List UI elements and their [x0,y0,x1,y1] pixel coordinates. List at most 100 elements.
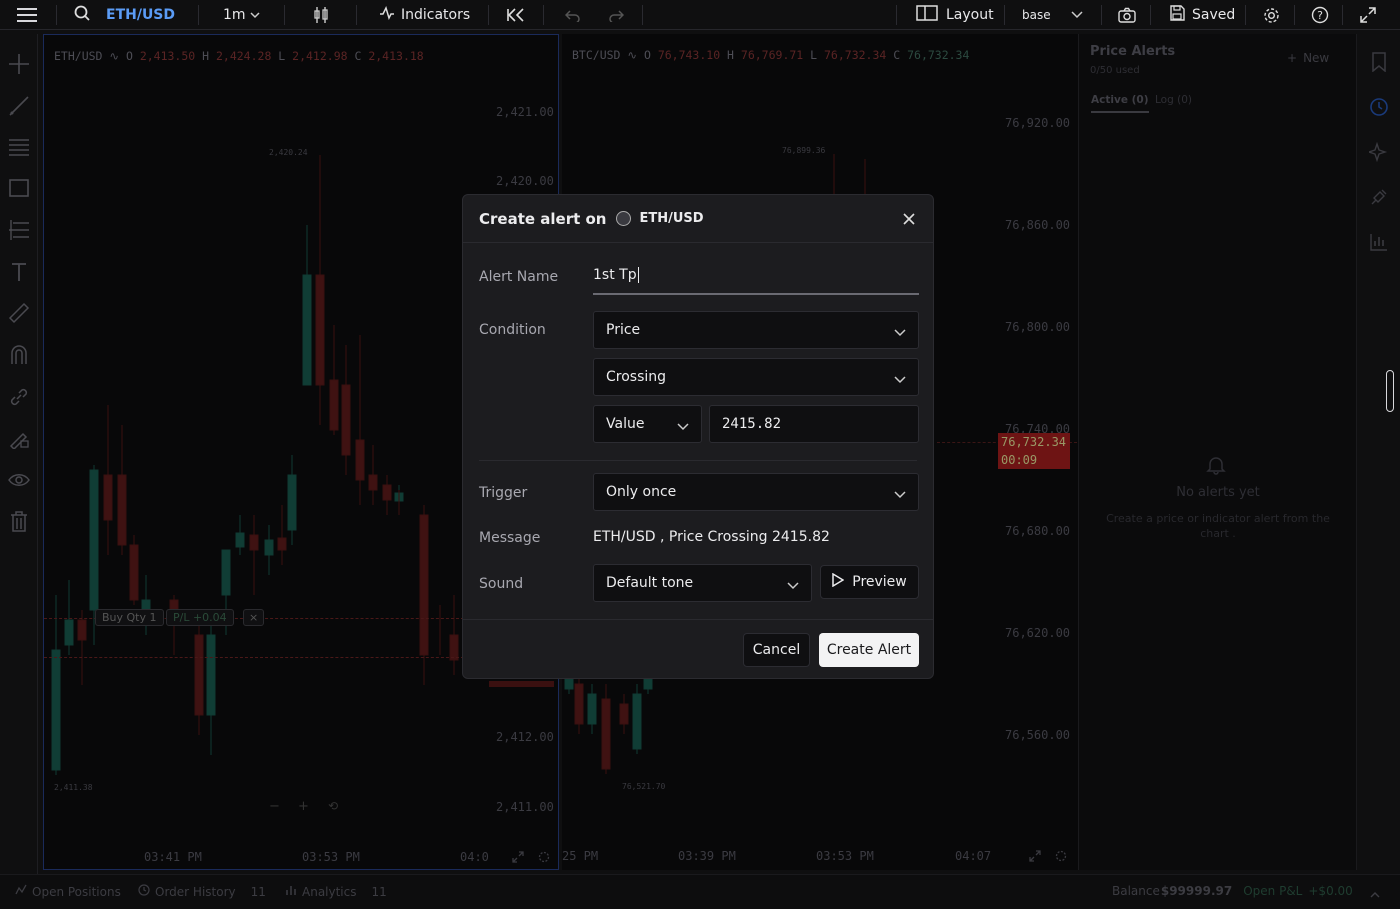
symbol-label: ETH/USD [106,7,176,23]
btc-last-price: 76,732.34 [1001,435,1067,449]
create-alert-button[interactable]: Create Alert [819,633,919,667]
lock-pencil-icon[interactable] [8,427,30,449]
pane-settings-icon[interactable] [538,848,550,867]
link-icon[interactable] [8,386,30,408]
analytics-label: Analytics [302,884,357,899]
fib-icon[interactable] [8,219,30,241]
undo-icon[interactable] [565,0,581,30]
analytics-icon [285,884,297,899]
redo-icon[interactable] [608,0,624,30]
eth-time-tick: 03:53 PM [302,850,360,864]
cancel-button[interactable]: Cancel [743,633,810,667]
settings-icon[interactable] [1263,0,1280,30]
trash-icon[interactable] [8,510,30,532]
plus-icon: + [1287,51,1298,65]
layout-name-select[interactable]: base [1022,0,1051,30]
new-alert-button[interactable]: + New [1287,51,1329,65]
rectangle-icon[interactable] [8,177,30,199]
reset-icon[interactable]: ⟲ [328,799,338,813]
condition-source-select[interactable]: Price [593,311,919,349]
eth-low-marker: 2,411.38 [54,783,93,792]
layout-icon [916,5,938,25]
eye-icon[interactable] [8,469,30,491]
text-icon[interactable] [8,261,30,283]
bell-off-icon [1206,455,1226,479]
expand-pane-icon[interactable] [512,848,524,867]
chevron-down-icon [787,578,799,594]
balance-display: Balance $99999.97 Open P&L +$0.00 [1112,884,1353,898]
top-toolbar: ETH/USD 1m Indicators Layout base Saved … [0,0,1400,30]
expand-pane-icon[interactable] [1029,847,1041,866]
horizontal-lines-icon[interactable] [8,136,30,158]
magnet-icon[interactable] [8,344,30,366]
ruler-icon[interactable] [8,302,30,324]
replay-icon[interactable] [507,0,525,30]
btc-low-marker: 76,521.70 [622,782,666,791]
analytics-chart-icon[interactable] [1368,231,1390,253]
open-positions-tab[interactable]: Open Positions [15,884,121,899]
dialog-title: Create alert on [479,209,607,228]
history-icon [138,884,150,899]
balance-value: $99999.97 [1160,884,1233,898]
interval-selector[interactable]: 1m [223,0,260,30]
dialog-symbol: ETH/USD [639,211,704,226]
play-icon [832,572,845,591]
camera-icon[interactable] [1118,0,1136,30]
bottom-bar: Open Positions Order History 11 Analytic… [0,874,1400,909]
trendline-icon[interactable] [8,95,30,117]
pane-settings-icon[interactable] [1055,847,1067,866]
close-icon[interactable] [899,209,919,229]
save-button[interactable]: Saved [1169,0,1235,30]
analytics-tab[interactable]: Analytics 11 [285,884,387,899]
tab-alert-log[interactable]: Log (0) [1155,94,1192,106]
sound-select[interactable]: Default tone [593,564,812,602]
value-type-value: Value [606,416,645,432]
eth-time-tick: 03:41 PM [144,850,202,864]
eth-price-tick: 2,420.00 [496,174,554,188]
indicators-button[interactable]: Indicators [379,0,470,30]
alert-name-value: 1st Tp [593,267,637,283]
svg-text:?: ? [1317,9,1323,22]
value-type-select[interactable]: Value [593,405,702,443]
order-history-count: 11 [250,884,266,899]
pnl-tag: P/L +0.04 [166,609,234,626]
tab-active-alerts[interactable]: Active (0) [1091,94,1149,113]
menu-icon[interactable] [16,0,38,30]
scrollbar-handle[interactable] [1386,370,1394,412]
alert-name-input[interactable]: 1st Tp [593,257,919,295]
sparkle-icon[interactable] [1368,141,1390,163]
indicators-label: Indicators [401,7,471,23]
btc-time-tick: 03:53 PM [816,849,874,863]
bookmark-icon[interactable] [1368,51,1390,73]
condition-source-value: Price [606,322,641,338]
crosshair-icon[interactable] [8,53,30,75]
condition-operator-select[interactable]: Crossing [593,358,919,396]
close-position-button[interactable]: × [243,609,265,626]
preview-sound-button[interactable]: Preview [820,565,919,599]
clock-icon[interactable] [1368,96,1390,118]
chevron-up-icon[interactable] [1370,887,1380,901]
symbol-logo-icon [616,211,632,226]
value-input[interactable]: 2415.82 [709,405,919,443]
plugin-icon[interactable] [1368,186,1390,208]
alerts-used-count: 0/50 used [1090,65,1140,76]
symbol-search[interactable]: ETH/USD [74,0,175,30]
chevron-down-icon [894,372,906,388]
chart-type-icon[interactable] [313,0,329,30]
layout-button[interactable]: Layout [916,0,994,30]
trigger-select[interactable]: Only once [593,473,919,511]
chevron-down-icon [894,487,906,503]
alert-line [44,657,464,658]
order-history-tab[interactable]: Order History 11 [138,884,266,899]
zoom-out-icon[interactable]: − [269,799,280,814]
zoom-in-icon[interactable]: + [298,799,309,814]
open-pnl-label: Open P&L [1243,884,1303,898]
help-icon[interactable]: ? [1311,0,1329,30]
position-tag[interactable]: Buy Qty 1 [95,609,164,626]
chevron-down-icon[interactable] [1071,0,1083,30]
message-text[interactable]: ETH/USD , Price Crossing 2415.82 [593,529,830,545]
balance-label: Balance [1112,884,1160,898]
interval-label: 1m [223,7,246,23]
indicators-icon [379,5,395,24]
fullscreen-icon[interactable] [1360,0,1376,30]
